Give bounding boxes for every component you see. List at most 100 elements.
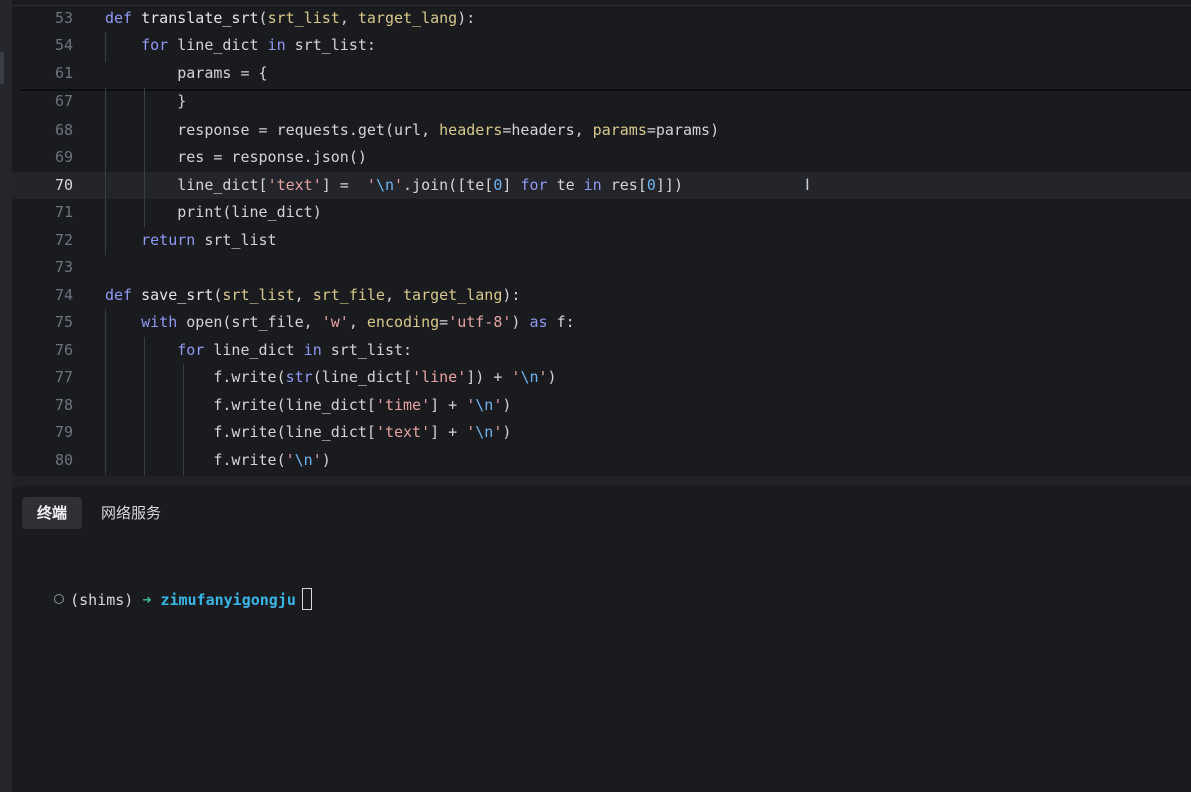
code-token: '	[312, 451, 322, 469]
code-token: te	[556, 176, 584, 194]
code-line[interactable]: 54 for line_dict in srt_list:	[12, 32, 1191, 59]
line-code: return srt_list	[105, 227, 277, 254]
line-code: f.write(str(line_dict['line']) + '\n')	[105, 364, 557, 391]
code-token: }	[105, 92, 187, 110]
code-token: translate_srt	[141, 9, 259, 27]
code-token: encoding	[366, 313, 440, 331]
code-line[interactable]: 61 params = {	[12, 60, 1191, 87]
code-token: line_dict	[213, 341, 304, 359]
tab-terminal[interactable]: 终端	[22, 497, 83, 529]
terminal-panel[interactable]: 终端 网络服务 (shims) ➜ zimufanyigongju	[12, 486, 1191, 792]
code-token: ]])	[655, 176, 683, 194]
text-cursor-icon: Ⅰ	[805, 175, 810, 194]
activity-rail	[0, 0, 12, 792]
code-token: '	[466, 396, 476, 414]
code-token: )	[547, 368, 557, 386]
line-code: def translate_srt(srt_list, target_lang)…	[105, 5, 475, 32]
code-token: str	[285, 368, 313, 386]
code-token: 'line'	[412, 368, 467, 386]
code-token: params = {	[105, 64, 268, 82]
indent-guide	[183, 364, 184, 475]
code-token: 'utf-8'	[448, 313, 512, 331]
code-line[interactable]: 72 return srt_list	[12, 227, 1191, 254]
code-token: '	[466, 423, 476, 441]
code-line[interactable]: 77 f.write(str(line_dict['line']) + '\n'…	[12, 364, 1191, 391]
code-token: .join([te[	[403, 176, 494, 194]
code-token: line_dict[	[105, 176, 268, 194]
code-line[interactable]: 76 for line_dict in srt_list:	[12, 337, 1191, 364]
line-number: 67	[54, 92, 73, 110]
code-token: res[	[610, 176, 647, 194]
code-line[interactable]: 75 with open(srt_file, 'w', encoding='ut…	[12, 309, 1191, 336]
code-token: def	[105, 9, 142, 27]
tab-network-services[interactable]: 网络服务	[86, 497, 176, 529]
code-token: for	[177, 341, 214, 359]
code-line[interactable]: 67 }	[12, 88, 1191, 115]
code-editor[interactable]: 53 def translate_srt(srt_list, target_lan…	[12, 0, 1191, 476]
line-number: 70	[54, 176, 73, 194]
code-token: ,	[294, 286, 313, 304]
code-token: ] =	[321, 176, 367, 194]
line-code: def save_srt(srt_list, srt_file, target_…	[105, 282, 520, 309]
line-number: 74	[54, 286, 73, 304]
code-line[interactable]: 53 def translate_srt(srt_list, target_lan…	[12, 5, 1191, 32]
code-line[interactable]: 69 res = response.json()	[12, 144, 1191, 171]
code-token: \n	[375, 176, 394, 194]
code-token: return	[141, 231, 205, 249]
code-token: srt_list	[267, 9, 340, 27]
code-token: f.write(line_dict[	[105, 423, 376, 441]
code-token: =	[439, 313, 449, 331]
line-number: 72	[54, 231, 73, 249]
code-token: line_dict	[177, 36, 268, 54]
code-line[interactable]: 78 f.write(line_dict['time'] + '\n')	[12, 392, 1191, 419]
sticky-scroll-divider	[20, 89, 1191, 91]
code-token: ] +	[430, 423, 467, 441]
status-circle-icon	[54, 594, 65, 604]
line-code: }	[105, 88, 186, 115]
line-code: for line_dict in srt_list:	[105, 32, 376, 59]
code-token: '	[366, 176, 376, 194]
code-line[interactable]: 71 print(line_dict)	[12, 199, 1191, 226]
indent-guide	[105, 309, 106, 475]
code-line[interactable]: 70 line_dict['text'] = '\n'.join([te[0] …	[12, 172, 1191, 199]
line-code: line_dict['text'] = '\n'.join([te[0] for…	[105, 172, 683, 199]
code-token: f.write(line_dict[	[105, 396, 376, 414]
code-token: srt_list	[222, 286, 295, 304]
line-code: for line_dict in srt_list:	[105, 337, 412, 364]
code-line[interactable]: 68 response = requests.get(url, headers=…	[12, 117, 1191, 144]
code-token: in	[303, 341, 331, 359]
code-token: '	[394, 176, 404, 194]
line-number: 75	[54, 313, 73, 331]
code-token: for	[520, 176, 557, 194]
code-line[interactable]: 80 f.write('\n')	[12, 447, 1191, 474]
terminal-cursor	[301, 588, 312, 610]
code-token: ,	[339, 9, 358, 27]
line-number: 76	[54, 341, 73, 359]
code-token: f.write(	[105, 368, 286, 386]
code-token: '	[538, 368, 548, 386]
code-token: \n	[294, 451, 313, 469]
line-code: f.write(line_dict['text'] + '\n')	[105, 419, 511, 446]
indent-guide	[105, 88, 106, 255]
line-code: with open(srt_file, 'w', encoding='utf-8…	[105, 309, 575, 336]
code-line[interactable]: 79 f.write(line_dict['text'] + '\n')	[12, 419, 1191, 446]
code-token: srt_file	[312, 286, 385, 304]
indent-guide	[144, 337, 145, 475]
code-line[interactable]: 74 def save_srt(srt_list, srt_file, targe…	[12, 282, 1191, 309]
code-line[interactable]: 73	[12, 254, 1191, 281]
line-code: response = requests.get(url, headers=hea…	[105, 117, 719, 144]
code-token: srt_list	[204, 231, 277, 249]
code-token: '	[285, 451, 295, 469]
line-code: print(line_dict)	[105, 199, 322, 226]
code-token: ):	[502, 286, 521, 304]
code-token: 'w'	[321, 313, 349, 331]
code-token: f.write(	[105, 451, 286, 469]
terminal-prompt[interactable]: (shims) ➜ zimufanyigongju	[18, 564, 312, 610]
code-token: for	[141, 36, 178, 54]
code-token: as	[529, 313, 557, 331]
code-token: )	[502, 396, 512, 414]
code-token: )	[511, 313, 530, 331]
